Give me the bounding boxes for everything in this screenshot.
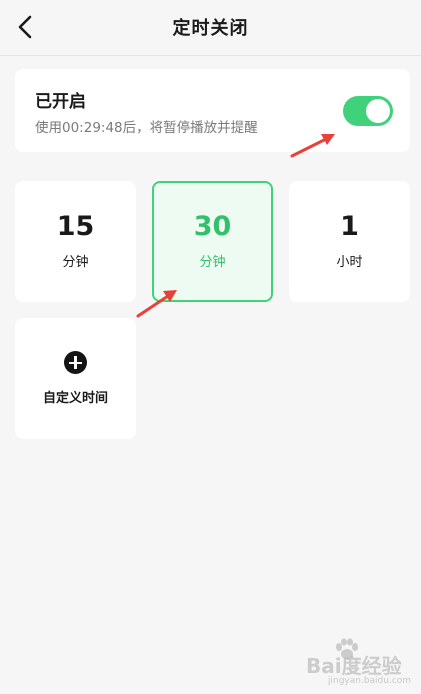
option-unit: 小时 [336, 255, 363, 270]
timer-close-page: 定时关闭 已开启 使用00:29:48后，将暂停播放并提醒 15 分钟 30 分… [0, 0, 421, 694]
option-value: 30 [193, 211, 232, 242]
baidu-watermark: Bai度经验 jingyan.baidu.com [300, 636, 420, 692]
option-unit: 分钟 [62, 255, 89, 270]
status-description: 使用00:29:48后，将暂停播放并提醒 [35, 120, 258, 136]
option-unit: 分钟 [199, 255, 226, 270]
option-30-minutes[interactable]: 30 分钟 [152, 181, 273, 302]
annotation-arrow-icon [136, 290, 177, 318]
toggle-knob [366, 99, 390, 123]
status-label: 已开启 [35, 92, 86, 112]
annotation-arrow-icon [290, 134, 335, 158]
top-bar: 定时关闭 [0, 0, 421, 56]
custom-time-button[interactable]: 自定义时间 [15, 318, 136, 439]
option-value: 15 [56, 211, 95, 242]
timer-toggle-switch[interactable] [343, 96, 393, 126]
custom-time-label: 自定义时间 [42, 391, 108, 406]
option-value: 1 [340, 211, 359, 242]
option-1-hour[interactable]: 1 小时 [289, 181, 410, 302]
plus-circle-icon [64, 351, 87, 374]
page-title: 定时关闭 [172, 18, 249, 39]
watermark-text: Bai度经验 [306, 654, 402, 678]
option-15-minutes[interactable]: 15 分钟 [15, 181, 136, 302]
watermark-subtext: jingyan.baidu.com [328, 676, 412, 686]
timer-status-card: 已开启 使用00:29:48后，将暂停播放并提醒 [15, 69, 410, 152]
